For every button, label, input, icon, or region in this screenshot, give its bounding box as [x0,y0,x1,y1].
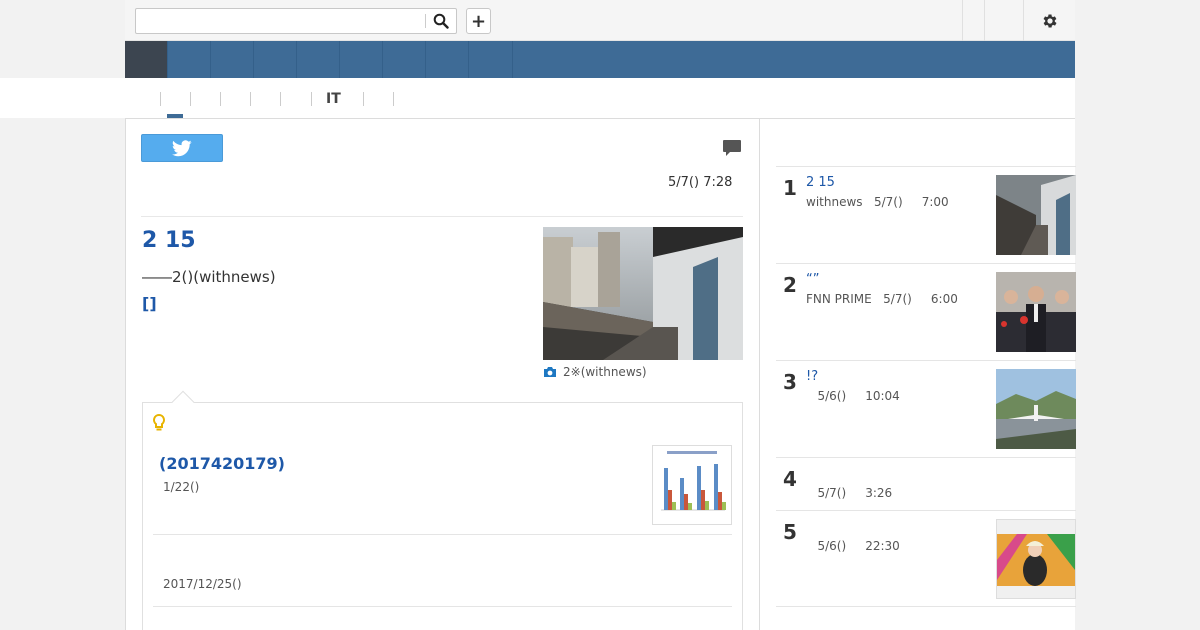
category-tab[interactable] [426,41,469,78]
category-tab-home[interactable] [125,41,168,78]
rank-thumbnail[interactable] [996,369,1076,449]
toolbar-divider [984,0,985,41]
publish-date: 5/7() 7:28 [668,175,733,190]
people-thumbnail [996,272,1076,352]
box-notch [171,390,195,414]
category-tab[interactable] [469,41,513,78]
subnav-item[interactable] [220,92,235,106]
article-lead: ――2()(withnews) [142,268,276,286]
lightbulb-icon [153,413,165,431]
settings-button[interactable] [1038,9,1062,33]
toolbar-divider [1023,0,1024,41]
search-box [135,8,457,34]
subnav-item[interactable] [363,92,378,106]
camera-icon [544,367,556,377]
corridor-thumbnail [996,175,1076,255]
rank-meta: FNN PRIME 5/7() 6:00 [806,292,958,306]
article-panel: 5/7() 7:28 2 15 ――2()(withnews) [] 2※(wi… [125,118,759,630]
ranking-item[interactable]: 2 “” FNN PRIME 5/7() 6:00 [776,263,1076,360]
twitter-icon [172,139,192,156]
rank-thumbnail[interactable] [996,519,1076,599]
category-tab[interactable] [383,41,426,78]
photo-caption: 2※(withnews) [543,365,647,379]
article-headline[interactable]: 2 15 [142,228,196,253]
sub-nav: IT [0,78,1075,118]
rank-number: 2 [783,273,797,297]
article-photo[interactable] [543,227,743,360]
search-input[interactable] [136,9,426,33]
rank-number: 1 [783,176,797,200]
performer-thumbnail [997,520,1075,598]
subnav-item[interactable] [190,92,205,106]
plus-icon: + [470,10,487,32]
rank-meta: withnews 5/7() 7:00 [806,195,949,209]
subnav-item[interactable] [160,92,175,106]
bar-chart-thumbnail [653,446,731,524]
ranking-item[interactable]: 3 !? 5/6() 10:04 [776,360,1076,457]
category-tab[interactable] [254,41,297,78]
tweet-button[interactable] [141,134,223,162]
category-tab[interactable] [340,41,383,78]
top-bar: + [125,0,1075,41]
related-articles-box: (2017420179) 1/22() 2017/12/25() [142,390,743,630]
subnav-item-it[interactable]: IT [311,92,341,106]
category-tab[interactable] [168,41,211,78]
rank-number: 4 [783,467,797,491]
search-button[interactable] [426,9,456,33]
rank-title[interactable]: 2 15 [806,175,835,190]
caption-text: 2※(withnews) [563,365,647,379]
airplane-thumbnail [996,369,1076,449]
read-more-link[interactable]: [] [142,294,157,313]
gear-icon [1043,14,1057,28]
rank-meta: 5/7() 3:26 [806,486,893,500]
category-tab[interactable] [211,41,254,78]
category-nav [125,41,1075,78]
rank-meta: 5/6() 10:04 [806,389,900,403]
subnav-item[interactable] [250,92,265,106]
related-title[interactable]: (2017420179) [159,454,285,473]
subnav-item[interactable] [280,92,295,106]
comment-button[interactable] [722,139,742,161]
rank-title[interactable]: “” [806,272,819,287]
divider [153,534,732,535]
ranking-item[interactable]: 1 2 15 withnews 5/7() 7:00 [776,166,1076,263]
rank-thumbnail[interactable] [996,175,1076,255]
divider [153,606,732,607]
rank-meta: 5/6() 22:30 [806,539,900,553]
rank-thumbnail[interactable] [996,272,1076,352]
divider [141,216,743,217]
rank-title[interactable]: !? [806,369,818,384]
toolbar-divider [962,0,963,41]
ranking-item[interactable]: 4 5/7() 3:26 [776,457,1076,510]
ranking-item[interactable]: 5 5/6() 22:30 [776,510,1076,607]
category-tab[interactable] [297,41,340,78]
related-thumbnail[interactable] [652,445,732,525]
rank-number: 5 [783,520,797,544]
related-date: 1/22() [163,480,200,494]
comment-icon [723,140,741,156]
rank-number: 3 [783,370,797,394]
corridor-photo [543,227,743,360]
add-button[interactable]: + [466,8,491,34]
subnav-item[interactable] [393,92,408,106]
related-date: 2017/12/25() [163,577,242,591]
search-icon [433,13,449,29]
ranking-sidebar: 1 2 15 withnews 5/7() 7:00 2 “” FNN PRIM… [759,118,1076,630]
